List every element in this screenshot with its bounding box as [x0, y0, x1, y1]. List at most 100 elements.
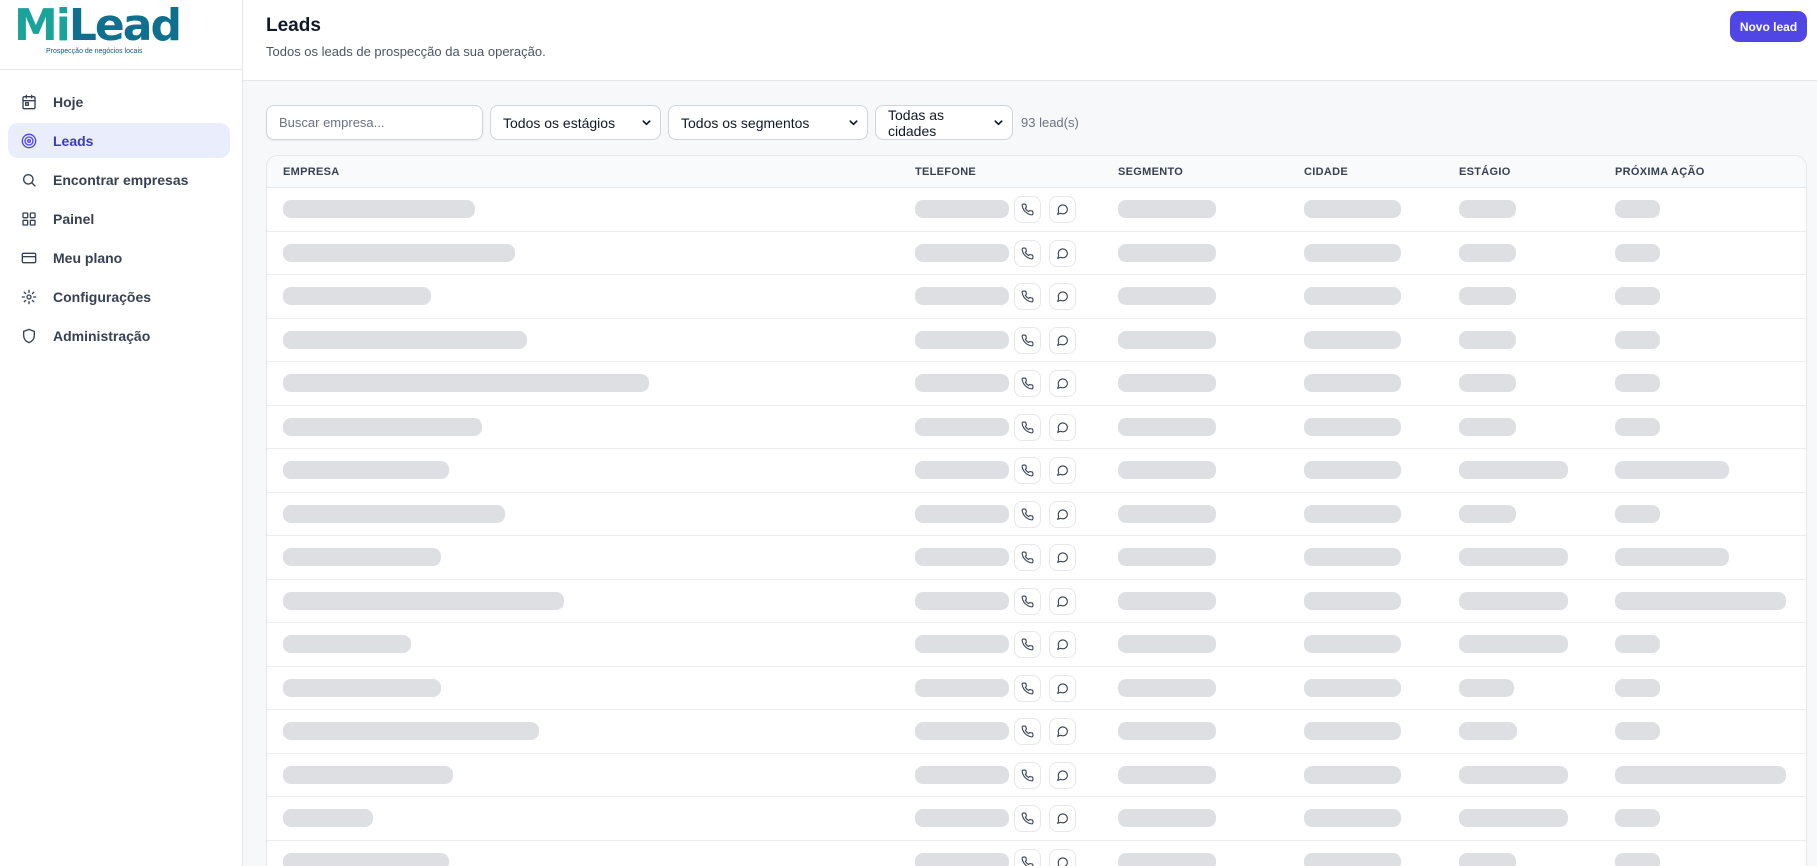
table-row[interactable] [267, 319, 1806, 362]
table-row[interactable] [267, 493, 1806, 536]
call-button[interactable] [1014, 457, 1041, 484]
whatsapp-button[interactable] [1049, 196, 1076, 223]
call-button[interactable] [1014, 283, 1041, 310]
milead-logo[interactable]: MiLead [14, 4, 242, 48]
search-input[interactable] [266, 105, 483, 140]
column-header-segmento[interactable]: SEGMENTO [1118, 166, 1183, 178]
telefone-placeholder [915, 200, 1009, 218]
chat-bubble-icon [1056, 508, 1069, 521]
cidade-placeholder [1304, 548, 1401, 566]
sidebar-item-administracao[interactable]: Administração [8, 318, 230, 353]
whatsapp-button[interactable] [1049, 587, 1076, 615]
table-row[interactable] [267, 623, 1806, 667]
page-header: Leads Todos os leads de prospecção da su… [243, 0, 1817, 81]
chat-bubble-icon [1056, 421, 1069, 434]
whatsapp-button[interactable] [1049, 283, 1076, 310]
call-button[interactable] [1014, 848, 1041, 866]
empresa-placeholder [283, 287, 431, 305]
segmento-placeholder [1118, 548, 1216, 566]
proxima-acao-placeholder [1615, 852, 1660, 866]
table-row[interactable] [267, 580, 1806, 623]
estagio-placeholder [1459, 852, 1516, 866]
telefone-placeholder [915, 635, 1009, 653]
table-row[interactable] [267, 449, 1806, 493]
column-header-proxima-acao[interactable]: PRÓXIMA AÇÃO [1615, 166, 1705, 178]
whatsapp-button[interactable] [1049, 544, 1076, 571]
cidade-placeholder [1304, 330, 1401, 349]
call-button[interactable] [1014, 587, 1041, 615]
table-row[interactable] [267, 232, 1806, 275]
estagio-placeholder [1459, 765, 1568, 784]
column-header-cidade[interactable]: CIDADE [1304, 166, 1348, 178]
segmento-placeholder [1118, 200, 1216, 218]
table-row[interactable] [267, 667, 1806, 710]
segment-select[interactable]: Todos os segmentos [668, 105, 868, 140]
call-button[interactable] [1014, 500, 1041, 528]
whatsapp-button[interactable] [1049, 761, 1076, 789]
telefone-placeholder [915, 330, 1009, 349]
sidebar-item-encontrar-empresas[interactable]: Encontrar empresas [8, 162, 230, 197]
whatsapp-button[interactable] [1049, 370, 1076, 397]
segmento-placeholder [1118, 678, 1216, 697]
estagio-placeholder [1459, 678, 1514, 697]
table-row[interactable] [267, 362, 1806, 406]
whatsapp-button[interactable] [1049, 631, 1076, 658]
estagio-placeholder [1459, 461, 1568, 479]
whatsapp-button[interactable] [1049, 674, 1076, 702]
call-button[interactable] [1014, 805, 1041, 832]
call-button[interactable] [1014, 239, 1041, 267]
whatsapp-button[interactable] [1049, 718, 1076, 745]
whatsapp-button[interactable] [1049, 848, 1076, 866]
call-button[interactable] [1014, 631, 1041, 658]
estagio-placeholder [1459, 330, 1516, 349]
telefone-placeholder [915, 765, 1009, 784]
table-row[interactable] [267, 536, 1806, 580]
telefone-placeholder [915, 678, 1009, 697]
whatsapp-button[interactable] [1049, 326, 1076, 354]
lead-count: 93 lead(s) [1021, 115, 1079, 130]
table-row[interactable] [267, 710, 1806, 754]
call-button[interactable] [1014, 370, 1041, 397]
whatsapp-button[interactable] [1049, 500, 1076, 528]
table-row[interactable] [267, 797, 1806, 841]
whatsapp-button[interactable] [1049, 239, 1076, 267]
sidebar-item-hoje[interactable]: Hoje [8, 84, 230, 119]
table-row[interactable] [267, 754, 1806, 797]
empresa-placeholder [283, 330, 527, 349]
call-button[interactable] [1014, 674, 1041, 702]
city-select[interactable]: Todas as cidades [875, 105, 1013, 140]
stage-select[interactable]: Todos os estágios [490, 105, 661, 140]
table-row[interactable] [267, 406, 1806, 449]
sidebar-item-painel[interactable]: Painel [8, 201, 230, 236]
empresa-placeholder [283, 548, 441, 566]
cidade-placeholder [1304, 417, 1401, 436]
sidebar-item-leads[interactable]: Leads [8, 123, 230, 158]
telefone-placeholder [915, 287, 1009, 305]
new-lead-button[interactable]: Novo lead [1730, 11, 1807, 42]
phone-icon [1021, 856, 1034, 866]
column-header-estagio[interactable]: ESTÁGIO [1459, 166, 1511, 178]
call-button[interactable] [1014, 761, 1041, 789]
estagio-placeholder [1459, 504, 1516, 523]
call-button[interactable] [1014, 196, 1041, 223]
call-button[interactable] [1014, 544, 1041, 571]
column-header-empresa[interactable]: EMPRESA [283, 166, 340, 178]
column-header-telefone[interactable]: TELEFONE [915, 166, 976, 178]
sidebar-item-meu-plano[interactable]: Meu plano [8, 240, 230, 275]
whatsapp-button[interactable] [1049, 457, 1076, 484]
call-button[interactable] [1014, 718, 1041, 745]
table-row[interactable] [267, 188, 1806, 232]
chat-bubble-icon [1056, 377, 1069, 390]
call-button[interactable] [1014, 326, 1041, 354]
sidebar-item-label: Administração [53, 327, 151, 344]
cidade-placeholder [1304, 504, 1401, 523]
whatsapp-button[interactable] [1049, 413, 1076, 441]
sidebar-item-configuracoes[interactable]: Configurações [8, 279, 230, 314]
table-row[interactable] [267, 275, 1806, 319]
whatsapp-button[interactable] [1049, 805, 1076, 832]
phone-icon [1021, 377, 1034, 390]
table-row[interactable] [267, 841, 1806, 866]
call-button[interactable] [1014, 413, 1041, 441]
chat-bubble-icon [1056, 812, 1069, 825]
estagio-placeholder [1459, 287, 1516, 305]
